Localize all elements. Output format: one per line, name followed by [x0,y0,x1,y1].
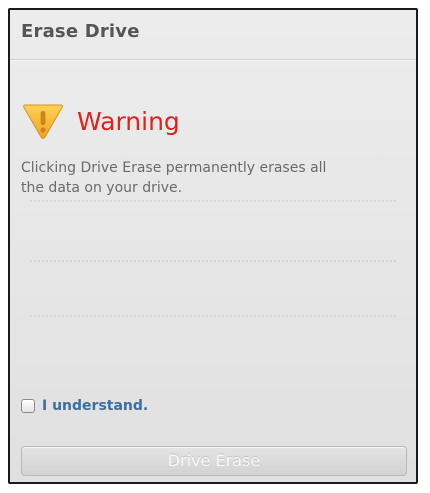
divider [30,200,396,202]
drive-erase-button[interactable]: Drive Erase [21,446,407,476]
erase-drive-panel: Erase Drive Warning Clicking Drive Erase… [8,8,418,484]
warning-title: Warning [77,106,180,136]
understand-checkbox-row[interactable]: I understand. [21,398,148,414]
warning-message: Clicking Drive Erase permanently erases … [21,160,327,196]
divider [30,315,396,317]
understand-label[interactable]: I understand. [42,398,148,414]
warning-header: Warning [21,99,180,143]
panel-title: Erase Drive [21,21,140,42]
understand-checkbox[interactable] [21,399,35,413]
warning-icon [23,104,63,139]
divider [30,260,396,262]
header-divider [10,59,416,61]
